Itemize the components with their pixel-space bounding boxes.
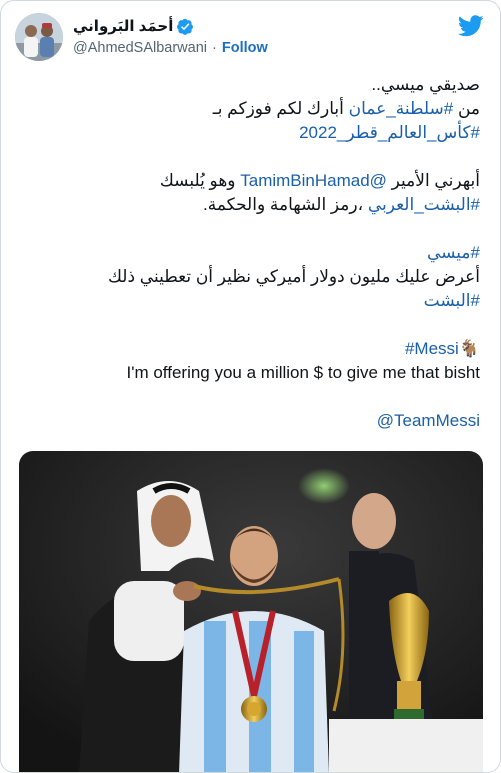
author-block: أحمَد البَرواني @AhmedSAlbarwani · Follo…: [73, 15, 268, 59]
p1-line2-post: أبارك لكم فوزكم بـ: [212, 99, 349, 118]
p2-line2-post: ،رمز الشهامة والحكمة.: [203, 195, 368, 214]
goat-emoji: 🐐: [458, 339, 480, 358]
separator-dot: ·: [212, 40, 217, 56]
p3-line1: #ميسي: [19, 241, 480, 265]
avatar[interactable]: [15, 13, 63, 61]
p5-line1: @TeamMessi: [19, 409, 480, 433]
p2-line1: أبهرني الأمير @TamimBinHamad وهو يُلبسك: [19, 169, 480, 193]
tweet-text: صديقي ميسي.. من #سلطنة_عمان أبارك لكم فو…: [19, 73, 480, 433]
p3-line2: أعرض عليك مليون دولار أميركي نظير أن تعط…: [107, 267, 480, 286]
author-handle[interactable]: @AhmedSAlbarwani: [73, 40, 207, 56]
p1-line3: #كأس_العالم_قطر_2022: [19, 121, 480, 145]
p4-line1: #Messi🐐: [19, 337, 480, 361]
mention-tamim[interactable]: @TamimBinHamad: [240, 171, 387, 190]
tweet-photo[interactable]: [19, 451, 483, 772]
p1-line2-pre: من: [453, 99, 480, 118]
tweet-header: أحمَد البَرواني @AhmedSAlbarwani · Follo…: [15, 13, 486, 65]
hashtag-worldcup[interactable]: #كأس_العالم_قطر_2022: [299, 123, 480, 142]
p2-line1-post: وهو يُلبسك: [159, 171, 241, 190]
hashtag-bisht[interactable]: #البشت: [424, 291, 480, 310]
p3-line3: #البشت: [19, 289, 480, 313]
display-name[interactable]: أحمَد البَرواني: [73, 17, 173, 35]
p1-line1: صديقي ميسي..: [371, 75, 480, 94]
tweet-card: أحمَد البَرواني @AhmedSAlbarwani · Follo…: [0, 0, 501, 773]
hashtag-arab-bisht[interactable]: #البشت_العربي: [368, 195, 480, 214]
hashtag-oman[interactable]: #سلطنة_عمان: [349, 99, 454, 118]
p2-line2: #البشت_العربي ،رمز الشهامة والحكمة.: [19, 193, 480, 217]
verified-badge-icon: [177, 18, 194, 35]
photo-illustration: [19, 451, 483, 772]
p1-line2: من #سلطنة_عمان أبارك لكم فوزكم بـ: [19, 97, 480, 121]
hashtag-messi-ar[interactable]: #ميسي: [427, 243, 480, 262]
follow-button[interactable]: Follow: [222, 40, 268, 56]
mention-teammessi[interactable]: @TeamMessi: [377, 411, 480, 430]
p4-line2: I'm offering you a million $ to give me …: [126, 363, 481, 382]
twitter-bird-icon[interactable]: [458, 15, 484, 37]
hashtag-messi[interactable]: #Messi: [405, 339, 459, 358]
p2-line1-pre: أبهرني الأمير: [386, 171, 480, 190]
